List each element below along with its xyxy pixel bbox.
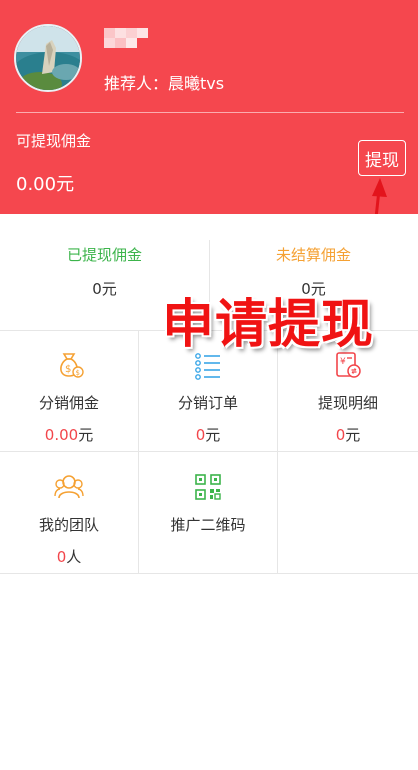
grid-item-label: 我的团队 xyxy=(38,516,99,534)
grid-item-my-team[interactable]: 我的团队 0人 xyxy=(0,452,139,574)
header-divider xyxy=(16,112,404,113)
grid-item-empty xyxy=(278,452,418,574)
grid-item-value: 0元 xyxy=(335,426,361,444)
svg-text:$: $ xyxy=(76,369,80,377)
svg-text:$: $ xyxy=(65,364,71,375)
svg-text:¥: ¥ xyxy=(340,357,346,367)
grid-item-promo-qr[interactable]: 推广二维码 xyxy=(139,452,278,574)
grid-item-value: 0人 xyxy=(56,548,82,566)
avatar[interactable] xyxy=(14,24,82,92)
grid-item-value: 0元 xyxy=(195,426,221,444)
avatar-image xyxy=(16,26,80,90)
grid-item-label: 提现明细 xyxy=(317,394,378,412)
withdrawn-label: 已提现佣金 xyxy=(66,246,142,264)
commission-header: 推荐人：晨曦tvs 可提现佣金 0.00元 提现 xyxy=(0,0,418,214)
withdrawable-label: 可提现佣金 xyxy=(16,132,92,150)
grid-item-label: 分销订单 xyxy=(177,394,238,412)
qr-code-icon xyxy=(195,474,221,500)
unsettled-label: 未结算佣金 xyxy=(275,246,351,264)
withdraw-button[interactable]: 提现 xyxy=(358,140,406,176)
grid-item-distribution-commission[interactable]: $ $ 分销佣金 0.00元 xyxy=(0,330,139,452)
money-bag-icon: $ $ xyxy=(60,353,84,378)
referrer-text: 推荐人：晨曦tvs xyxy=(104,74,225,93)
function-grid: $ $ 分销佣金 0.00元 分销订单 0元 ¥ 提现明细 0元 我的团队 0人… xyxy=(0,330,418,574)
grid-item-value: 0.00元 xyxy=(44,426,94,444)
annotation-text: 申请提现 xyxy=(162,295,375,355)
withdrawable-amount: 0.00元 xyxy=(16,174,75,195)
nickname-blurred xyxy=(104,28,152,48)
grid-item-label: 分销佣金 xyxy=(38,394,99,412)
team-icon xyxy=(54,475,84,499)
grid-item-label: 推广二维码 xyxy=(170,516,246,534)
